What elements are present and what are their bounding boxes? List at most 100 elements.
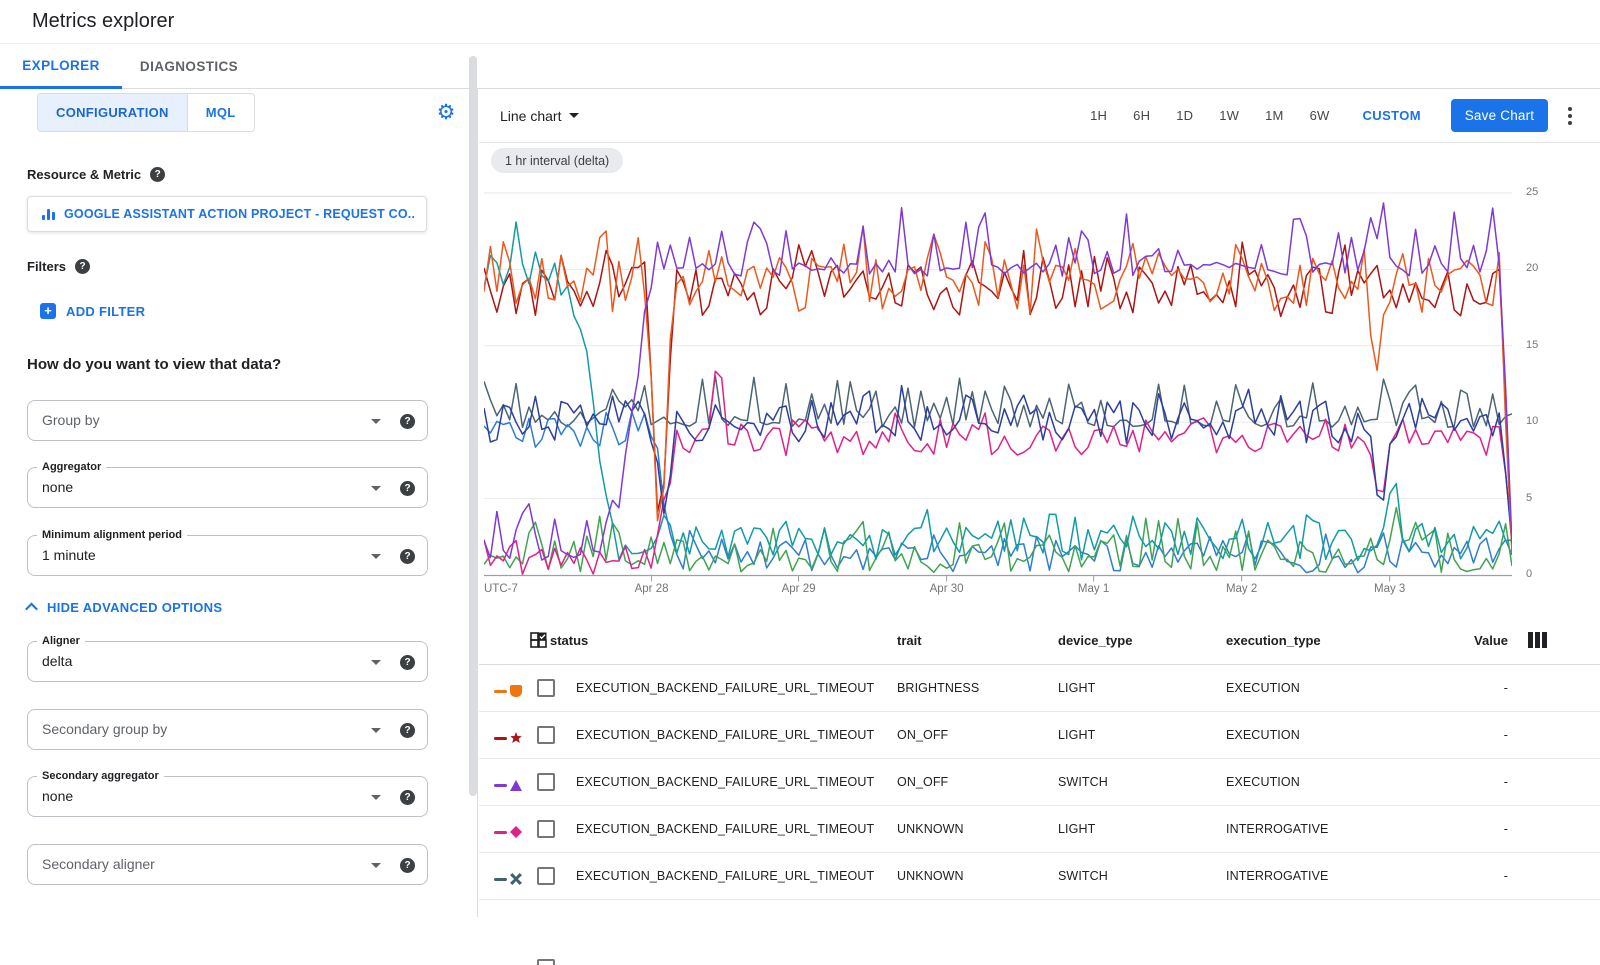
- range-1w-button[interactable]: 1W: [1206, 100, 1252, 131]
- aligner-select[interactable]: Alignerdelta?: [27, 641, 428, 682]
- range-6w-button[interactable]: 6W: [1297, 100, 1343, 131]
- page-title: Metrics explorer: [32, 10, 174, 33]
- help-icon[interactable]: ?: [150, 167, 165, 182]
- toggle-mql[interactable]: MQL: [187, 94, 254, 131]
- range-1h-button[interactable]: 1H: [1077, 100, 1120, 131]
- row-checkbox[interactable]: [537, 820, 555, 838]
- table-row-partial: [479, 945, 1600, 965]
- cell-value: -: [1504, 775, 1508, 789]
- advanced-toggle-label: HIDE ADVANCED OPTIONS: [47, 600, 222, 615]
- hide-advanced-options-toggle[interactable]: HIDE ADVANCED OPTIONS: [27, 600, 222, 615]
- series-marker-icon: [494, 780, 526, 792]
- tab-diagnostics[interactable]: DIAGNOSTICS: [122, 44, 256, 89]
- cell-device-type: SWITCH: [1058, 869, 1108, 883]
- cell-status: EXECUTION_BACKEND_FAILURE_URL_TIMEOUT: [576, 775, 874, 789]
- cell-device-type: LIGHT: [1058, 681, 1095, 695]
- help-icon[interactable]: ?: [400, 414, 415, 429]
- cell-trait: UNKNOWN: [897, 822, 964, 836]
- cell-value: -: [1504, 681, 1508, 695]
- bar-chart-icon: [42, 208, 55, 220]
- group-by-select[interactable]: Group by?: [27, 400, 428, 441]
- secondary-aggregator-select[interactable]: Secondary aggregatornone?: [27, 776, 428, 817]
- series-marker-icon: [494, 827, 526, 839]
- chevron-down-icon: [371, 554, 381, 559]
- column-header-execution-type[interactable]: execution_type: [1226, 633, 1321, 648]
- range-1d-button[interactable]: 1D: [1163, 100, 1206, 131]
- y-tick-label: 25: [1526, 186, 1538, 198]
- app-header: Metrics explorer: [0, 0, 1600, 44]
- chart-type-dropdown[interactable]: Line chart: [500, 108, 579, 124]
- series-marker-icon: [494, 874, 526, 886]
- row-checkbox[interactable]: [537, 867, 555, 885]
- table-row: EXECUTION_BACKEND_FAILURE_URL_TIMEOUT UN…: [479, 853, 1600, 900]
- cell-value: -: [1504, 728, 1508, 742]
- cell-trait: ON_OFF: [897, 775, 948, 789]
- column-header-device-type[interactable]: device_type: [1058, 633, 1132, 648]
- column-header-status[interactable]: status: [550, 633, 588, 648]
- select-all-grid-icon[interactable]: [530, 632, 547, 649]
- field-value: Secondary group by: [42, 721, 167, 737]
- series-marker-icon: [494, 686, 526, 698]
- field-label: Secondary aggregator: [37, 770, 164, 782]
- field-value: 1 minute: [42, 547, 96, 563]
- cell-status: EXECUTION_BACKEND_FAILURE_URL_TIMEOUT: [576, 869, 874, 883]
- save-chart-button[interactable]: Save Chart: [1451, 99, 1548, 132]
- help-icon[interactable]: ?: [400, 790, 415, 805]
- toggle-configuration[interactable]: CONFIGURATION: [38, 94, 187, 131]
- left-panel-scrollbar[interactable]: [469, 56, 477, 796]
- column-header-trait[interactable]: trait: [897, 633, 922, 648]
- field-label: Aggregator: [37, 461, 106, 473]
- help-icon[interactable]: ?: [400, 549, 415, 564]
- filters-label: Filters ?: [27, 259, 90, 274]
- row-checkbox[interactable]: [537, 679, 555, 697]
- row-checkbox[interactable]: [537, 773, 555, 791]
- config-mql-toggle: CONFIGURATION MQL: [37, 93, 255, 132]
- configuration-panel: CONFIGURATION MQL ⚙ Resource & Metric ? …: [0, 89, 478, 917]
- table-row: EXECUTION_BACKEND_FAILURE_URL_TIMEOUT ON…: [479, 759, 1600, 806]
- custom-range-button[interactable]: CUSTOM: [1349, 100, 1436, 131]
- line-chart[interactable]: [484, 190, 1512, 582]
- column-header-value[interactable]: Value: [1474, 633, 1508, 648]
- secondary-group-by-select[interactable]: Secondary group by?: [27, 709, 428, 750]
- add-filter-button[interactable]: + ADD FILTER: [40, 303, 145, 319]
- tab-explorer[interactable]: EXPLORER: [0, 44, 122, 89]
- x-tick-label: Apr 28: [628, 583, 676, 595]
- chevron-down-icon: [371, 660, 381, 665]
- more-options-icon[interactable]: [1562, 101, 1578, 131]
- resource-chip-label: GOOGLE ASSISTANT ACTION PROJECT - REQUES…: [64, 207, 414, 221]
- legend-table: status trait device_type execution_type …: [479, 617, 1600, 917]
- columns-icon[interactable]: [1528, 632, 1547, 648]
- cell-trait: ON_OFF: [897, 728, 948, 742]
- chevron-down-icon: [371, 863, 381, 868]
- range-6h-button[interactable]: 6H: [1120, 100, 1163, 131]
- min-alignment-period-select[interactable]: Minimum alignment period1 minute?: [27, 535, 428, 576]
- cell-status: EXECUTION_BACKEND_FAILURE_URL_TIMEOUT: [576, 822, 874, 836]
- help-icon[interactable]: ?: [400, 655, 415, 670]
- field-label: Aligner: [37, 635, 85, 647]
- row-checkbox[interactable]: [537, 726, 555, 744]
- y-tick-label: 5: [1526, 492, 1532, 504]
- cell-execution-type: INTERROGATIVE: [1226, 869, 1328, 883]
- range-1m-button[interactable]: 1M: [1252, 100, 1296, 131]
- cell-device-type: LIGHT: [1058, 822, 1095, 836]
- help-icon[interactable]: ?: [400, 723, 415, 738]
- y-tick-label: 0: [1526, 568, 1532, 580]
- help-icon[interactable]: ?: [400, 858, 415, 873]
- help-icon[interactable]: ?: [400, 481, 415, 496]
- chevron-up-icon: [25, 603, 38, 616]
- cell-status: EXECUTION_BACKEND_FAILURE_URL_TIMEOUT: [576, 681, 874, 695]
- gear-icon[interactable]: ⚙: [434, 101, 458, 125]
- y-tick-label: 15: [1526, 339, 1538, 351]
- aggregator-select[interactable]: Aggregatornone?: [27, 467, 428, 508]
- help-icon[interactable]: ?: [75, 259, 90, 274]
- table-row: EXECUTION_BACKEND_FAILURE_URL_TIMEOUT BR…: [479, 665, 1600, 712]
- resource-metric-label: Resource & Metric ?: [27, 167, 165, 182]
- cell-device-type: SWITCH: [1058, 775, 1108, 789]
- chevron-down-icon: [569, 113, 579, 118]
- row-checkbox[interactable]: [537, 959, 555, 965]
- resource-metric-chip[interactable]: GOOGLE ASSISTANT ACTION PROJECT - REQUES…: [27, 196, 427, 232]
- x-tick-label: Apr 29: [775, 583, 823, 595]
- secondary-aligner-select[interactable]: Secondary aligner?: [27, 844, 428, 885]
- y-tick-label: 10: [1526, 415, 1538, 427]
- cell-execution-type: EXECUTION: [1226, 728, 1300, 742]
